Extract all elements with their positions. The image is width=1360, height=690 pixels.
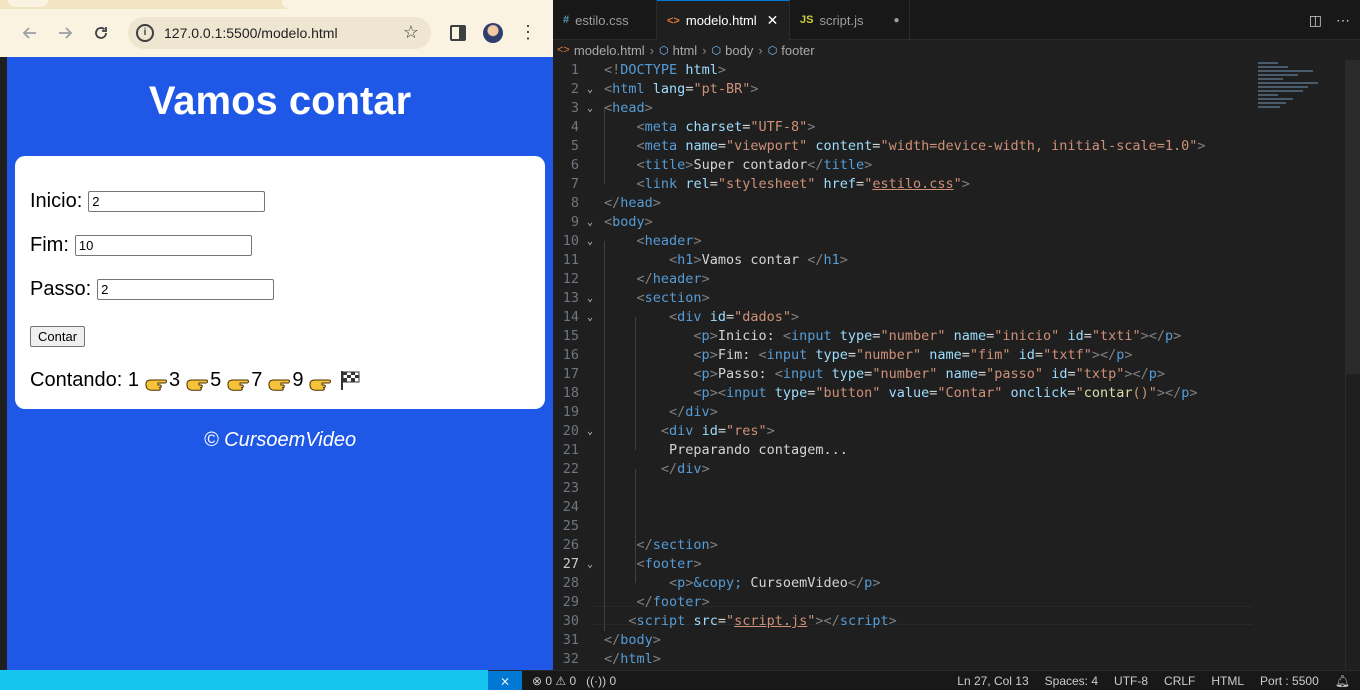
page-title: Vamos contar xyxy=(148,79,412,123)
count-value: 7 xyxy=(251,369,263,391)
tab-label: script.js xyxy=(819,12,864,28)
indentation[interactable]: Spaces: 4 xyxy=(1045,674,1098,688)
notifications-bell-icon[interactable]: 🔔︎ xyxy=(1335,674,1350,688)
breadcrumb-item[interactable]: modelo.html xyxy=(574,43,645,58)
editor-tabs: # estilo.css <> modelo.html ✕ JS script.… xyxy=(553,0,1360,40)
tab-label: modelo.html xyxy=(685,13,757,28)
passo-row: Passo: xyxy=(30,278,275,301)
page-footer: © CursoemVideo xyxy=(203,429,357,451)
css-file-icon: # xyxy=(563,14,570,26)
browser-toolbar: i 127.0.0.1:5500/modelo.html ☆ ⋮ xyxy=(0,0,553,57)
html-file-icon: <> xyxy=(667,14,680,27)
cursor-position[interactable]: Ln 27, Col 13 xyxy=(957,674,1028,688)
form-card: Inicio: Fim: Passo: Contar Contando: 1 3… xyxy=(15,156,545,409)
chevron-right-icon: › xyxy=(649,42,655,58)
pointing-hand-icon xyxy=(186,375,209,391)
window-edge xyxy=(0,57,7,690)
site-info-icon[interactable]: i xyxy=(136,24,154,42)
pointing-hand-icon xyxy=(309,375,332,391)
count-value: 3 xyxy=(168,369,181,391)
tab-estilo-css[interactable]: # estilo.css xyxy=(553,0,657,40)
more-actions-icon[interactable]: ⋯ xyxy=(1336,12,1350,29)
pointing-hand-icon xyxy=(227,375,250,391)
unsaved-dot-icon[interactable]: ● xyxy=(894,15,900,26)
element-icon: ⬡ xyxy=(711,44,722,57)
inicio-label: Inicio: xyxy=(30,190,83,212)
breadcrumb-item[interactable]: body xyxy=(725,43,753,58)
desktop: i 127.0.0.1:5500/modelo.html ☆ ⋮ Vamos c… xyxy=(0,0,1360,690)
browser-tab-active[interactable] xyxy=(282,0,553,9)
line-ending[interactable]: CRLF xyxy=(1164,674,1195,688)
checkered-flag-icon xyxy=(339,369,361,391)
browser-window: i 127.0.0.1:5500/modelo.html ☆ ⋮ Vamos c… xyxy=(0,0,553,670)
back-arrow-icon[interactable] xyxy=(18,21,42,45)
tab-actions: ◫ ⋯ xyxy=(1309,12,1350,29)
breadcrumb: <> modelo.html › ⬡ html › ⬡ body › ⬡ foo… xyxy=(553,40,815,60)
breadcrumb-item[interactable]: html xyxy=(673,43,698,58)
fim-label: Fim: xyxy=(30,234,69,256)
ports-forwarded-icon[interactable]: ((·)) 0 xyxy=(586,674,616,688)
minimap[interactable] xyxy=(1258,60,1338,130)
inicio-row: Inicio: xyxy=(30,190,266,213)
forward-arrow-icon[interactable] xyxy=(53,21,77,45)
passo-label: Passo: xyxy=(30,278,92,300)
inicio-input[interactable] xyxy=(88,191,266,212)
live-server-port[interactable]: Port : 5500 xyxy=(1260,674,1319,688)
remote-indicator-icon[interactable]: ⨯ xyxy=(488,670,522,690)
encoding[interactable]: UTF-8 xyxy=(1114,674,1148,688)
tab-label: estilo.css xyxy=(575,12,629,28)
result-output: Contando: 1 3 5 7 9 xyxy=(30,369,361,392)
close-tab-icon[interactable]: ✕ xyxy=(767,12,779,29)
element-icon: ⬡ xyxy=(659,44,669,57)
breadcrumb-item[interactable]: footer xyxy=(781,43,814,58)
address-bar[interactable]: i 127.0.0.1:5500/modelo.html ☆ xyxy=(128,17,431,49)
chevron-right-icon: › xyxy=(702,42,707,58)
ports-count: 0 xyxy=(609,673,617,688)
web-page: Vamos contar Inicio: Fim: Passo: Contar … xyxy=(7,57,553,670)
bookmark-star-icon[interactable]: ☆ xyxy=(403,22,419,43)
fim-input[interactable] xyxy=(74,235,252,256)
pointing-hand-icon xyxy=(145,375,167,391)
js-file-icon: JS xyxy=(800,14,814,26)
element-icon: ⬡ xyxy=(767,44,778,57)
result-label: Contando: 1 xyxy=(30,369,139,391)
html-file-icon: <> xyxy=(557,44,570,56)
tab-script-js[interactable]: JS script.js ● xyxy=(790,0,910,40)
count-value: 5 xyxy=(210,369,222,391)
scrollbar-thumb[interactable] xyxy=(1346,60,1360,374)
passo-input[interactable] xyxy=(97,279,275,300)
code-editor[interactable]: 1 <!DOCTYPE html> 2 ⌄ <html lang="pt-BR"> 3… xyxy=(553,60,1253,670)
problems-indicator[interactable]: ⊗ 0 ⚠ 0 xyxy=(532,674,576,688)
fim-row: Fim: xyxy=(30,234,252,257)
profile-avatar[interactable] xyxy=(483,23,503,43)
side-panel-icon[interactable] xyxy=(450,25,466,41)
vscode-window: # estilo.css <> modelo.html ✕ JS script.… xyxy=(553,0,1360,690)
vertical-scrollbar[interactable] xyxy=(1345,60,1360,670)
chevron-right-icon: › xyxy=(758,42,763,58)
contar-button[interactable]: Contar xyxy=(30,326,86,347)
language-mode[interactable]: HTML xyxy=(1211,674,1244,688)
menu-kebab-icon[interactable]: ⋮ xyxy=(519,22,537,42)
tab-strip xyxy=(0,0,553,9)
desktop-background xyxy=(0,670,488,690)
status-bar: ⨯ ⊗ 0 ⚠ 0 ((·)) 0 Ln 27, Col 13 Spaces: … xyxy=(488,670,1360,690)
count-value: 9 xyxy=(292,369,304,391)
status-right: Ln 27, Col 13 Spaces: 4 UTF-8 CRLF HTML … xyxy=(957,674,1350,688)
browser-tab[interactable] xyxy=(8,0,48,7)
pointing-hand-icon xyxy=(268,375,291,391)
split-editor-icon[interactable]: ◫ xyxy=(1309,12,1322,29)
url-text: 127.0.0.1:5500/modelo.html xyxy=(164,25,338,41)
reload-icon[interactable] xyxy=(89,21,113,45)
tab-modelo-html[interactable]: <> modelo.html ✕ xyxy=(657,0,790,40)
